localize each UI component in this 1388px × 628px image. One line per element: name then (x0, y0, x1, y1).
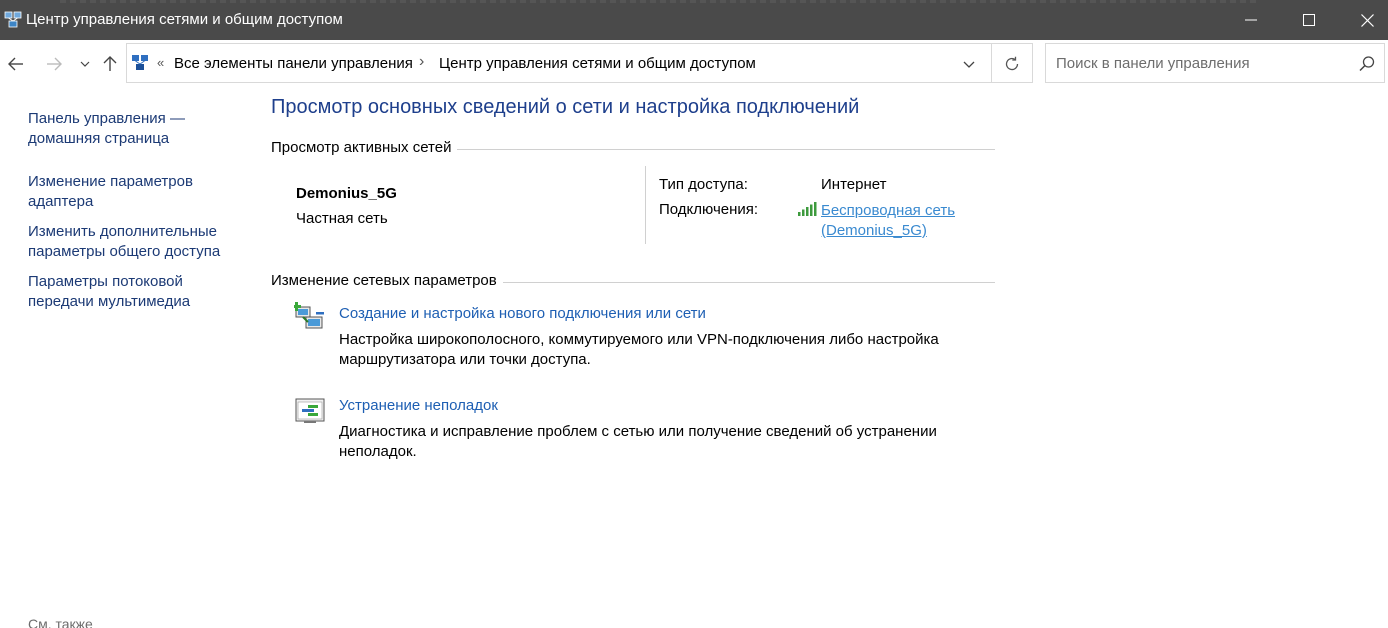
chevron-down-icon (963, 61, 975, 68)
connection-link-line: Беспроводная сеть (821, 202, 956, 219)
description-line: Настройка широкополосного, коммутируемог… (339, 331, 939, 348)
see-also-heading: См. также (28, 616, 93, 628)
troubleshoot-link[interactable]: Устранение неполадок (339, 397, 498, 414)
refresh-icon (1005, 56, 1019, 71)
recent-locations-button[interactable] (73, 52, 97, 76)
window-title: Центр управления сетями и общим доступом (26, 11, 343, 28)
connection-link-line: (Demonius_5G) (821, 222, 927, 239)
troubleshoot-description: Диагностика и исправление проблем с сеть… (339, 422, 979, 462)
sidebar-item-label: Изменить дополнительные (28, 223, 217, 240)
control-panel-network-icon (4, 11, 22, 28)
refresh-button[interactable] (1001, 53, 1023, 75)
up-button[interactable] (98, 52, 122, 76)
search-box[interactable] (1045, 43, 1385, 83)
description-line: Диагностика и исправление проблем с сеть… (339, 423, 937, 440)
forward-button[interactable] (42, 52, 66, 76)
title-bar: Центр управления сетями и общим доступом (0, 0, 1388, 40)
sidebar: Панель управления — домашняя страница Из… (0, 86, 250, 628)
sidebar-item-label: адаптера (28, 193, 94, 210)
sidebar-item-label: Параметры потоковой (28, 273, 183, 290)
sidebar-item-control-panel-home[interactable]: Панель управления — домашняя страница (28, 109, 238, 149)
breadcrumb-separator[interactable]: › (419, 53, 424, 71)
search-input[interactable] (1046, 44, 1346, 82)
wireless-connection-link[interactable]: Беспроводная сеть (Demonius_5G) (821, 201, 971, 241)
connections-label: Подключения: (659, 201, 759, 218)
arrow-right-icon (47, 57, 62, 71)
sidebar-item-media-streaming[interactable]: Параметры потоковой передачи мультимедиа (28, 272, 238, 312)
section-title: Изменение сетевых параметров (271, 272, 503, 289)
address-divider (991, 44, 992, 82)
page-title: Просмотр основных сведений о сети и наст… (271, 96, 860, 118)
maximize-button[interactable] (1280, 0, 1338, 40)
back-button[interactable] (4, 52, 28, 76)
breadcrumb-overflow[interactable]: « (157, 55, 164, 70)
arrow-left-icon (8, 57, 23, 71)
section-title: Просмотр активных сетей (271, 139, 458, 156)
sidebar-item-label: домашняя страница (28, 130, 170, 147)
new-connection-description: Настройка широкополосного, коммутируемог… (339, 330, 979, 370)
new-connection-link[interactable]: Создание и настройка нового подключения … (339, 305, 706, 322)
sidebar-item-label: Изменение параметров (28, 173, 193, 190)
access-type-value: Интернет (821, 176, 887, 193)
sidebar-item-label: передачи мультимедиа (28, 293, 191, 310)
breadcrumb-network-center[interactable]: Центр управления сетями и общим доступом (439, 55, 756, 72)
network-divider (645, 166, 646, 244)
network-name: Demonius_5G (296, 185, 397, 202)
search-icon[interactable] (1358, 55, 1376, 73)
control-panel-network-icon (132, 55, 148, 70)
address-bar[interactable]: « Все элементы панели управления › Центр… (126, 43, 1033, 83)
description-line: неполадок. (339, 443, 417, 460)
access-type-label: Тип доступа: (659, 176, 748, 193)
address-dropdown-button[interactable] (959, 54, 979, 74)
close-button[interactable] (1338, 0, 1388, 40)
sidebar-item-advanced-sharing[interactable]: Изменить дополнительные параметры общего… (28, 222, 238, 262)
sidebar-item-label: параметры общего доступа (28, 243, 221, 260)
arrow-up-icon (103, 56, 117, 71)
active-networks-section-header: Просмотр активных сетей (271, 139, 995, 159)
minimize-icon (1245, 19, 1257, 21)
sidebar-item-adapter-settings[interactable]: Изменение параметров адаптера (28, 172, 238, 212)
close-icon (1360, 13, 1374, 27)
maximize-icon (1303, 14, 1315, 26)
minimize-button[interactable] (1222, 0, 1280, 40)
description-line: маршрутизатора или точки доступа. (339, 351, 591, 368)
sidebar-item-label: Панель управления — (28, 110, 185, 127)
breadcrumb-all-items[interactable]: Все элементы панели управления (174, 55, 413, 72)
chevron-down-icon (80, 61, 90, 67)
change-settings-section-header: Изменение сетевых параметров (271, 272, 995, 292)
wifi-signal-icon (798, 202, 817, 216)
title-bar-decoration (60, 0, 1260, 3)
new-connection-icon (294, 302, 324, 329)
troubleshoot-icon (295, 398, 325, 423)
network-type[interactable]: Частная сеть (296, 210, 388, 227)
